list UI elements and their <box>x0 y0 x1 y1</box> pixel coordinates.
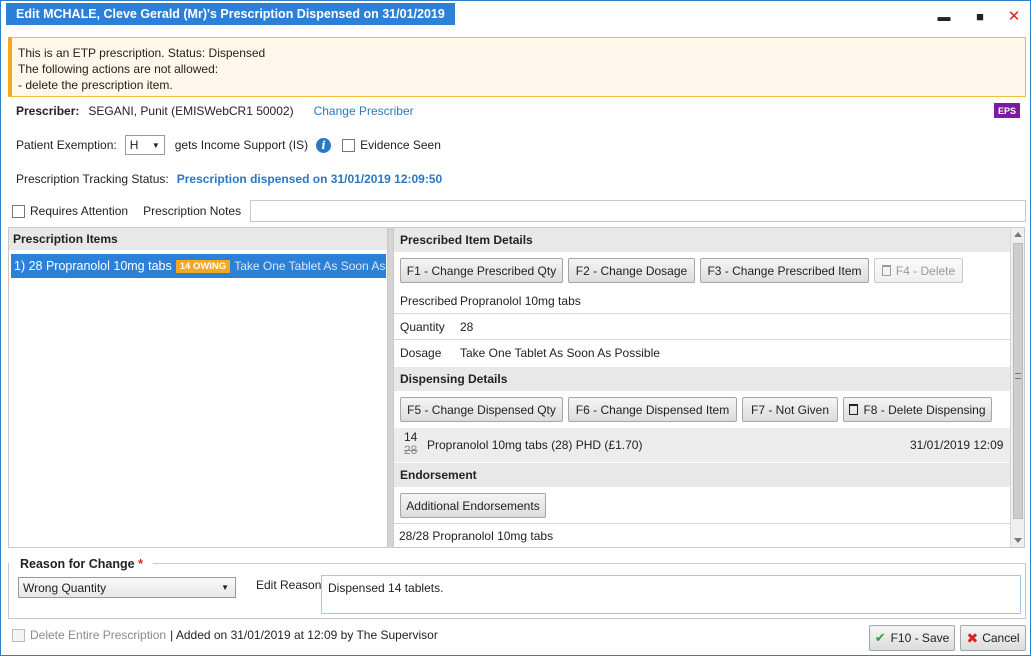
scroll-up-icon[interactable] <box>1014 232 1022 237</box>
prescribed-details-header: Prescribed Item Details <box>394 228 1010 252</box>
endorsement-header: Endorsement <box>394 463 1010 487</box>
exemption-label: Patient Exemption: <box>16 138 117 152</box>
edit-reason-label: Edit Reason <box>256 578 322 592</box>
scroll-thumb[interactable] <box>1013 243 1023 519</box>
title-bar: Edit MCHALE, Cleve Gerald (Mr)'s Prescri… <box>1 1 1030 31</box>
alert-line: - delete the prescription item. <box>18 78 173 92</box>
minimize-icon[interactable]: ▬ <box>935 7 953 25</box>
edit-prescription-dialog: Edit MCHALE, Cleve Gerald (Mr)'s Prescri… <box>0 0 1031 656</box>
endorsement-summary: 28/28 Propranolol 10mg tabs <box>394 523 1010 547</box>
detail-row-quantity: Quantity 28 <box>394 314 1010 340</box>
reason-legend-text: Reason for Change <box>20 557 135 571</box>
info-icon[interactable]: i <box>316 137 332 153</box>
reason-selected: Wrong Quantity <box>23 580 107 595</box>
etp-status-alert: This is an ETP prescription. Status: Dis… <box>8 37 1026 97</box>
change-dispensed-item-button[interactable]: F6 - Change Dispensed Item <box>568 397 737 422</box>
detail-key: Dosage <box>400 346 442 360</box>
prescription-items-header: Prescription Items <box>9 228 387 250</box>
trash-icon <box>881 265 891 276</box>
chevron-down-icon: ▼ <box>221 583 229 592</box>
attention-row: Requires Attention Prescription Notes <box>12 204 241 218</box>
dispensing-details-header: Dispensing Details <box>394 367 1010 391</box>
tracking-row: Prescription Tracking Status: Prescripti… <box>16 172 442 186</box>
exemption-code: H <box>129 138 139 152</box>
item-dosage: Take One Tablet As Soon As P... <box>234 259 386 273</box>
evidence-seen-label: Evidence Seen <box>360 138 441 152</box>
alert-line: This is an ETP prescription. Status: Dis… <box>18 46 266 60</box>
requires-attention-label: Requires Attention <box>30 204 129 218</box>
cancel-button[interactable]: ✖ Cancel <box>960 625 1026 651</box>
delete-item-button[interactable]: F4 - Delete <box>874 258 963 283</box>
dispensed-description: Propranolol 10mg tabs (28) PHD (£1.70) <box>427 438 643 452</box>
not-given-button[interactable]: F7 - Not Given <box>742 397 838 422</box>
change-prescriber-link[interactable]: Change Prescriber <box>314 104 414 118</box>
detail-row-prescribed: Prescribed Propranolol 10mg tabs <box>394 288 1010 314</box>
prescriber-label: Prescriber: <box>16 104 80 118</box>
trash-icon <box>849 404 859 415</box>
prescription-notes-label: Prescription Notes <box>143 204 242 218</box>
detail-value: Take One Tablet As Soon As Possible <box>460 346 660 360</box>
list-item[interactable]: 1) 28 Propranolol 10mg tabs 14 OWING Tak… <box>11 254 386 278</box>
cancel-label: Cancel <box>982 631 1020 645</box>
evidence-seen-checkbox[interactable] <box>342 138 356 152</box>
save-button[interactable]: ✔ F10 - Save <box>869 625 955 651</box>
reason-select[interactable]: Wrong Quantity ▼ <box>18 577 236 598</box>
tracking-label: Prescription Tracking Status: <box>16 172 169 186</box>
delete-entire-prescription-checkbox[interactable] <box>12 628 25 642</box>
required-mark: * <box>138 557 143 571</box>
chevron-down-icon: ▼ <box>151 140 160 150</box>
item-name: 1) 28 Propranolol 10mg tabs <box>14 259 172 273</box>
owing-badge: 14 OWING <box>175 259 231 273</box>
prescription-notes-input[interactable] <box>250 200 1026 222</box>
prescribed-qty: 28 <box>404 443 418 457</box>
delete-item-label: F4 - Delete <box>895 263 956 278</box>
change-dosage-button[interactable]: F2 - Change Dosage <box>568 258 695 283</box>
window-title: Edit MCHALE, Cleve Gerald (Mr)'s Prescri… <box>6 3 455 25</box>
prescriber-row: Prescriber: SEGANI, Punit (EMISWebCR1 50… <box>16 104 414 118</box>
prescriber-value: SEGANI, Punit (EMISWebCR1 50002) <box>88 104 294 118</box>
dispensing-entry[interactable]: 14 28 Propranolol 10mg tabs (28) PHD (£1… <box>394 428 1010 462</box>
added-info: | Added on 31/01/2019 at 12:09 by The Su… <box>170 628 438 642</box>
detail-value: 28 <box>460 319 474 334</box>
scroll-grip-icon <box>1015 373 1021 379</box>
group-border <box>153 563 1026 564</box>
checkmark-icon: ✔ <box>874 630 886 645</box>
edit-reason-input[interactable]: Dispensed 14 tablets. <box>321 575 1021 614</box>
maximize-icon[interactable]: ■ <box>971 7 989 25</box>
tracking-status: Prescription dispensed on 31/01/2019 12:… <box>176 172 443 186</box>
detail-row-dosage: Dosage Take One Tablet As Soon As Possib… <box>394 340 1010 366</box>
alert-line: The following actions are not allowed: <box>18 62 219 76</box>
eps-badge: EPS <box>994 103 1020 118</box>
change-dispensed-qty-button[interactable]: F5 - Change Dispensed Qty <box>400 397 563 422</box>
change-prescribed-qty-button[interactable]: F1 - Change Prescribed Qty <box>400 258 563 283</box>
prescription-items-panel: Prescription Items 1) 28 Propranolol 10m… <box>8 227 388 548</box>
close-icon[interactable]: ✕ <box>1005 7 1023 25</box>
requires-attention-checkbox[interactable] <box>12 204 25 218</box>
detail-key: Prescribed <box>400 293 458 308</box>
delete-dispensing-label: F8 - Delete Dispensing <box>863 402 986 417</box>
reason-for-change-legend: Reason for Change * <box>15 557 148 571</box>
change-prescribed-item-button[interactable]: F3 - Change Prescribed Item <box>700 258 869 283</box>
save-label: F10 - Save <box>890 631 950 645</box>
dispensed-datetime: 31/01/2019 12:09 <box>910 438 1004 452</box>
exemption-description: gets Income Support (IS) <box>174 138 309 152</box>
dispensed-quantity: 14 28 <box>404 431 417 457</box>
details-scrollbar[interactable] <box>1010 228 1024 547</box>
exemption-select[interactable]: H ▼ <box>124 135 165 155</box>
footer-info: Delete Entire Prescription | Added on 31… <box>12 628 438 642</box>
delete-dispensing-button[interactable]: F8 - Delete Dispensing <box>843 397 992 422</box>
exemption-row: Patient Exemption: H ▼ gets Income Suppo… <box>16 135 441 155</box>
delete-entire-prescription-label: Delete Entire Prescription <box>30 628 167 642</box>
cross-icon: ✖ <box>966 629 979 646</box>
additional-endorsements-button[interactable]: Additional Endorsements <box>400 493 546 518</box>
detail-value: Propranolol 10mg tabs <box>460 293 581 308</box>
detail-key: Quantity <box>400 319 445 334</box>
scroll-down-icon[interactable] <box>1014 538 1022 543</box>
item-details-panel: Prescribed Item Details F1 - Change Pres… <box>393 227 1025 548</box>
